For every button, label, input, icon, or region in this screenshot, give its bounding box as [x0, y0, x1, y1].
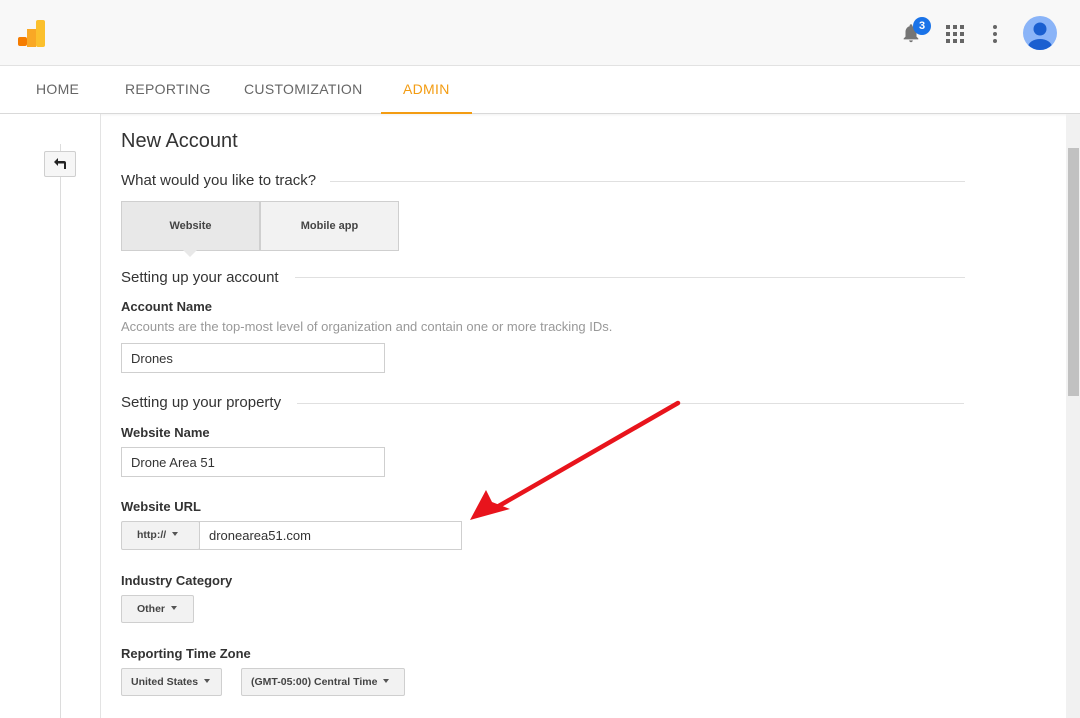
timezone-value: (GMT-05:00) Central Time	[251, 676, 378, 688]
analytics-logo-icon[interactable]	[18, 20, 45, 47]
timezone-dropdown[interactable]: (GMT-05:00) Central Time	[241, 668, 405, 696]
account-avatar-icon[interactable]	[1023, 16, 1057, 50]
page-title: New Account	[121, 130, 238, 152]
account-name-input[interactable]	[121, 343, 385, 373]
tab-reporting[interactable]: REPORTING	[103, 66, 233, 114]
reporting-time-zone-label: Reporting Time Zone	[121, 646, 251, 661]
industry-value: Other	[137, 603, 166, 615]
divider	[330, 181, 965, 182]
back-button[interactable]	[44, 151, 76, 177]
track-website-button[interactable]: Website	[121, 201, 260, 251]
back-arrow-icon	[54, 158, 66, 169]
new-account-form: New Account What would you like to track…	[121, 114, 981, 718]
tab-admin[interactable]: ADMIN	[381, 66, 472, 114]
website-url-label: Website URL	[121, 499, 201, 514]
divider	[295, 277, 965, 278]
more-vert-icon[interactable]	[991, 25, 999, 43]
track-question: What would you like to track?	[121, 172, 317, 189]
website-url-input[interactable]	[199, 521, 462, 550]
chevron-down-icon	[383, 679, 390, 684]
account-name-label: Account Name	[121, 299, 213, 314]
scrollbar-thumb[interactable]	[1068, 148, 1079, 396]
protocol-value: http://	[137, 529, 167, 541]
timezone-country-dropdown[interactable]: United States	[121, 668, 222, 696]
tab-home[interactable]: HOME	[14, 66, 101, 114]
account-section-heading: Setting up your account	[121, 269, 279, 286]
left-rail	[0, 114, 101, 718]
track-mobile-app-button[interactable]: Mobile app	[260, 201, 399, 251]
account-name-help: Accounts are the top-most level of organ…	[121, 319, 613, 334]
chevron-down-icon	[171, 606, 178, 611]
industry-category-dropdown[interactable]: Other	[121, 595, 194, 623]
property-section-heading: Setting up your property	[121, 394, 282, 411]
timezone-country-value: United States	[131, 676, 199, 688]
protocol-dropdown[interactable]: http://	[121, 521, 200, 550]
apps-grid-icon[interactable]	[946, 25, 964, 43]
industry-category-label: Industry Category	[121, 573, 233, 588]
website-name-label: Website Name	[121, 425, 210, 440]
selected-pointer	[183, 250, 197, 257]
chevron-down-icon	[204, 679, 211, 684]
notification-badge: 3	[913, 17, 931, 35]
top-bar: 3	[0, 0, 1080, 66]
rail-line	[60, 144, 61, 718]
chevron-down-icon	[172, 532, 179, 537]
divider	[297, 403, 964, 404]
main-nav: HOME REPORTING CUSTOMIZATION ADMIN	[0, 66, 1080, 114]
tab-customization[interactable]: CUSTOMIZATION	[222, 66, 385, 114]
website-name-input[interactable]	[121, 447, 385, 477]
